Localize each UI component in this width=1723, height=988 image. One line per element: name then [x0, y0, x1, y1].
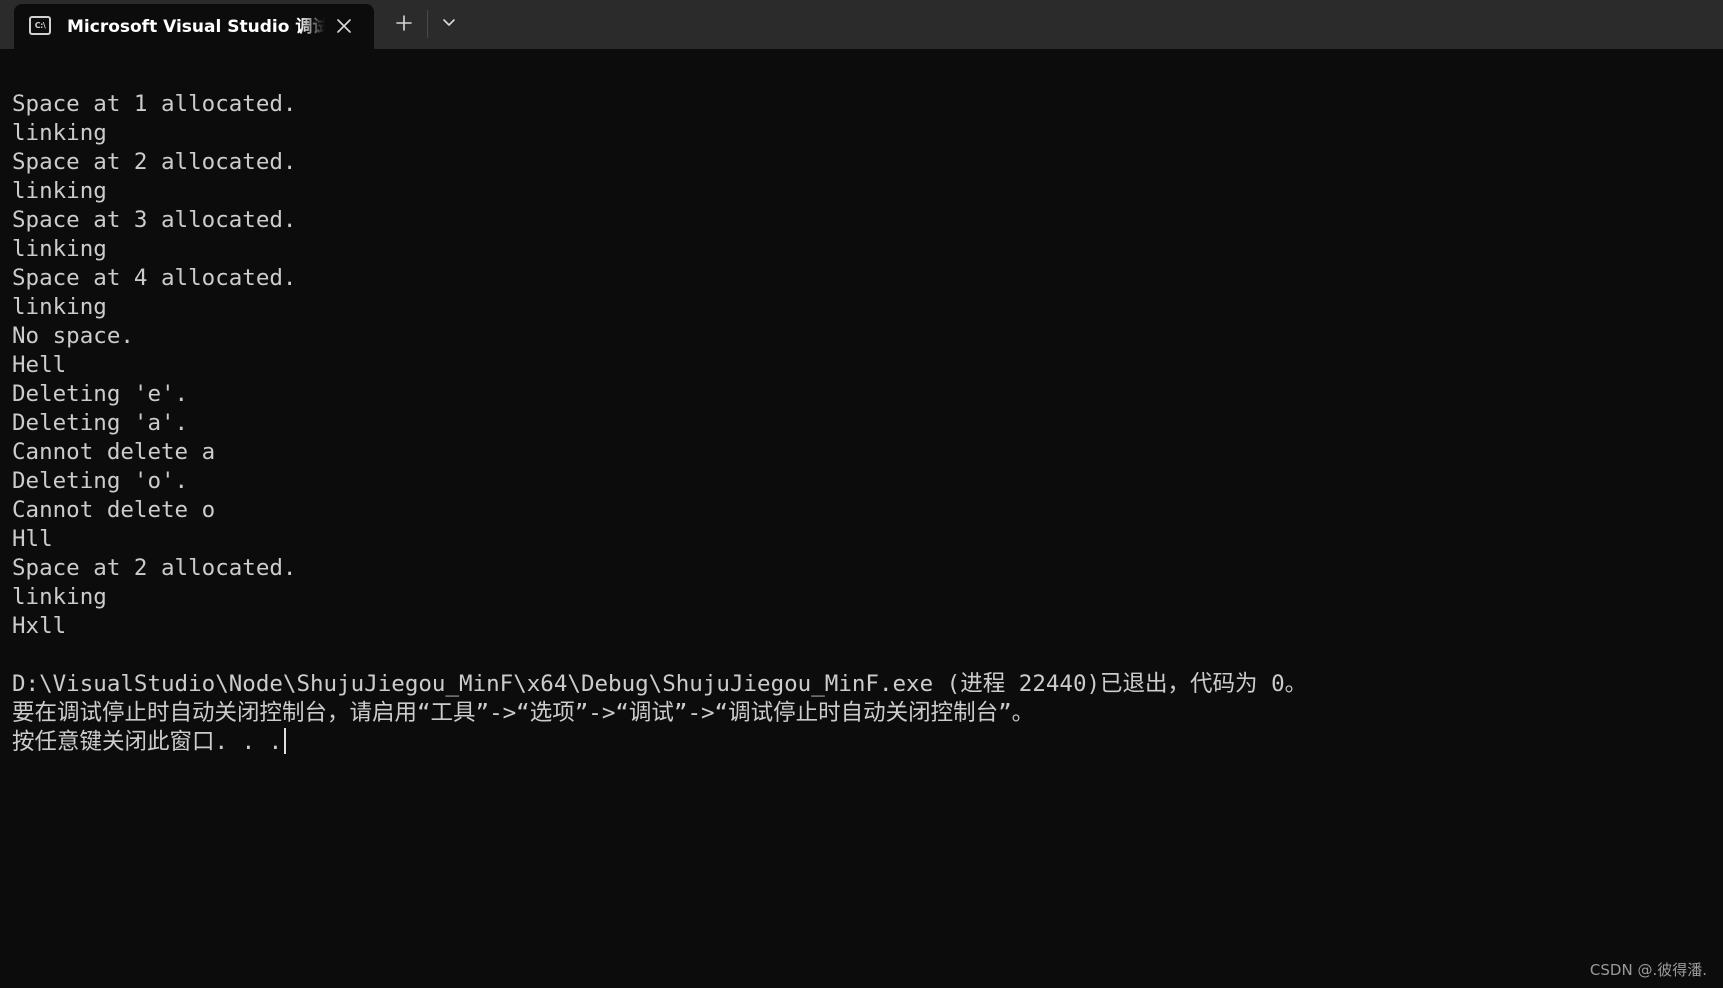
console-line-text: Space at 3 allocated.: [12, 207, 297, 233]
console-line: Deleting 'a'.: [12, 409, 1712, 438]
console-line: 按任意键关闭此窗口. . .: [12, 728, 1712, 757]
console-line-text: Space at 2 allocated.: [12, 555, 297, 581]
terminal-icon: C:\: [29, 16, 51, 35]
console-line-text: Hell: [12, 352, 67, 378]
console-line: Space at 4 allocated.: [12, 264, 1712, 293]
console-line: linking: [12, 583, 1712, 612]
console-line-text: Space at 1 allocated.: [12, 91, 297, 117]
console-line: Deleting 'e'.: [12, 380, 1712, 409]
console-line: Hxll: [12, 612, 1712, 641]
console-line: linking: [12, 235, 1712, 264]
console-line-text: Deleting 'e'.: [12, 381, 189, 407]
console-line-text: Space at 2 allocated.: [12, 149, 297, 175]
console-line: D:\VisualStudio\Node\ShujuJiegou_MinF\x6…: [12, 670, 1712, 699]
console-line-text: Cannot delete o: [12, 497, 216, 523]
console-line-text: linking: [12, 236, 107, 262]
new-tab-button[interactable]: [389, 8, 419, 38]
console-line-text: linking: [12, 178, 107, 204]
console-line: Cannot delete a: [12, 438, 1712, 467]
console-line: No space.: [12, 322, 1712, 351]
close-tab-button[interactable]: [332, 14, 356, 38]
console-line: linking: [12, 293, 1712, 322]
tab-dropdown-button[interactable]: [434, 8, 464, 38]
console-line: Space at 2 allocated.: [12, 148, 1712, 177]
console-line-text: Deleting 'a'.: [12, 410, 189, 436]
console-line-text: 要在调试停止时自动关闭控制台，请启用“工具”->“选项”->“调试”->“调试停…: [12, 700, 1035, 726]
text-cursor: [284, 728, 287, 754]
console-line: Deleting 'o'.: [12, 467, 1712, 496]
console-line: linking: [12, 177, 1712, 206]
console-line: Cannot delete o: [12, 496, 1712, 525]
title-bar: C:\ Microsoft Visual Studio 调试控制台: [0, 0, 1723, 49]
console-line-text: Cannot delete a: [12, 439, 216, 465]
terminal-icon-text: C:\: [34, 20, 46, 30]
console-line-text: No space.: [12, 323, 134, 349]
console-output[interactable]: Space at 1 allocated. linking Space at 2 a…: [12, 90, 1712, 757]
close-icon: [337, 19, 351, 33]
console-line: Hll: [12, 525, 1712, 554]
tab-console[interactable]: C:\ Microsoft Visual Studio 调试控制台: [14, 4, 374, 49]
console-line: Hell: [12, 351, 1712, 380]
console-line-text: Hxll: [12, 613, 67, 639]
console-line-text: linking: [12, 120, 107, 146]
chevron-down-icon: [443, 19, 455, 26]
console-line-text: D:\VisualStudio\Node\ShujuJiegou_MinF\x6…: [12, 671, 1308, 697]
tab-title: Microsoft Visual Studio 调试控制台: [67, 17, 325, 37]
titlebar-divider: [427, 10, 428, 38]
console-line: linking: [12, 119, 1712, 148]
console-line: Space at 3 allocated.: [12, 206, 1712, 235]
console-line-text: linking: [12, 584, 107, 610]
console-line-text: Hll: [12, 526, 53, 552]
console-line: Space at 2 allocated.: [12, 554, 1712, 583]
console-line: 要在调试停止时自动关闭控制台，请启用“工具”->“选项”->“调试”->“调试停…: [12, 699, 1712, 728]
console-line-text: Space at 4 allocated.: [12, 265, 297, 291]
plus-icon: [396, 15, 412, 31]
console-line-text: linking: [12, 294, 107, 320]
console-line-text: 按任意键关闭此窗口. . .: [12, 729, 283, 755]
console-line: Space at 1 allocated.: [12, 90, 1712, 119]
watermark: CSDN @.彼得潘.: [1589, 961, 1707, 979]
console-line-text: Deleting 'o'.: [12, 468, 189, 494]
